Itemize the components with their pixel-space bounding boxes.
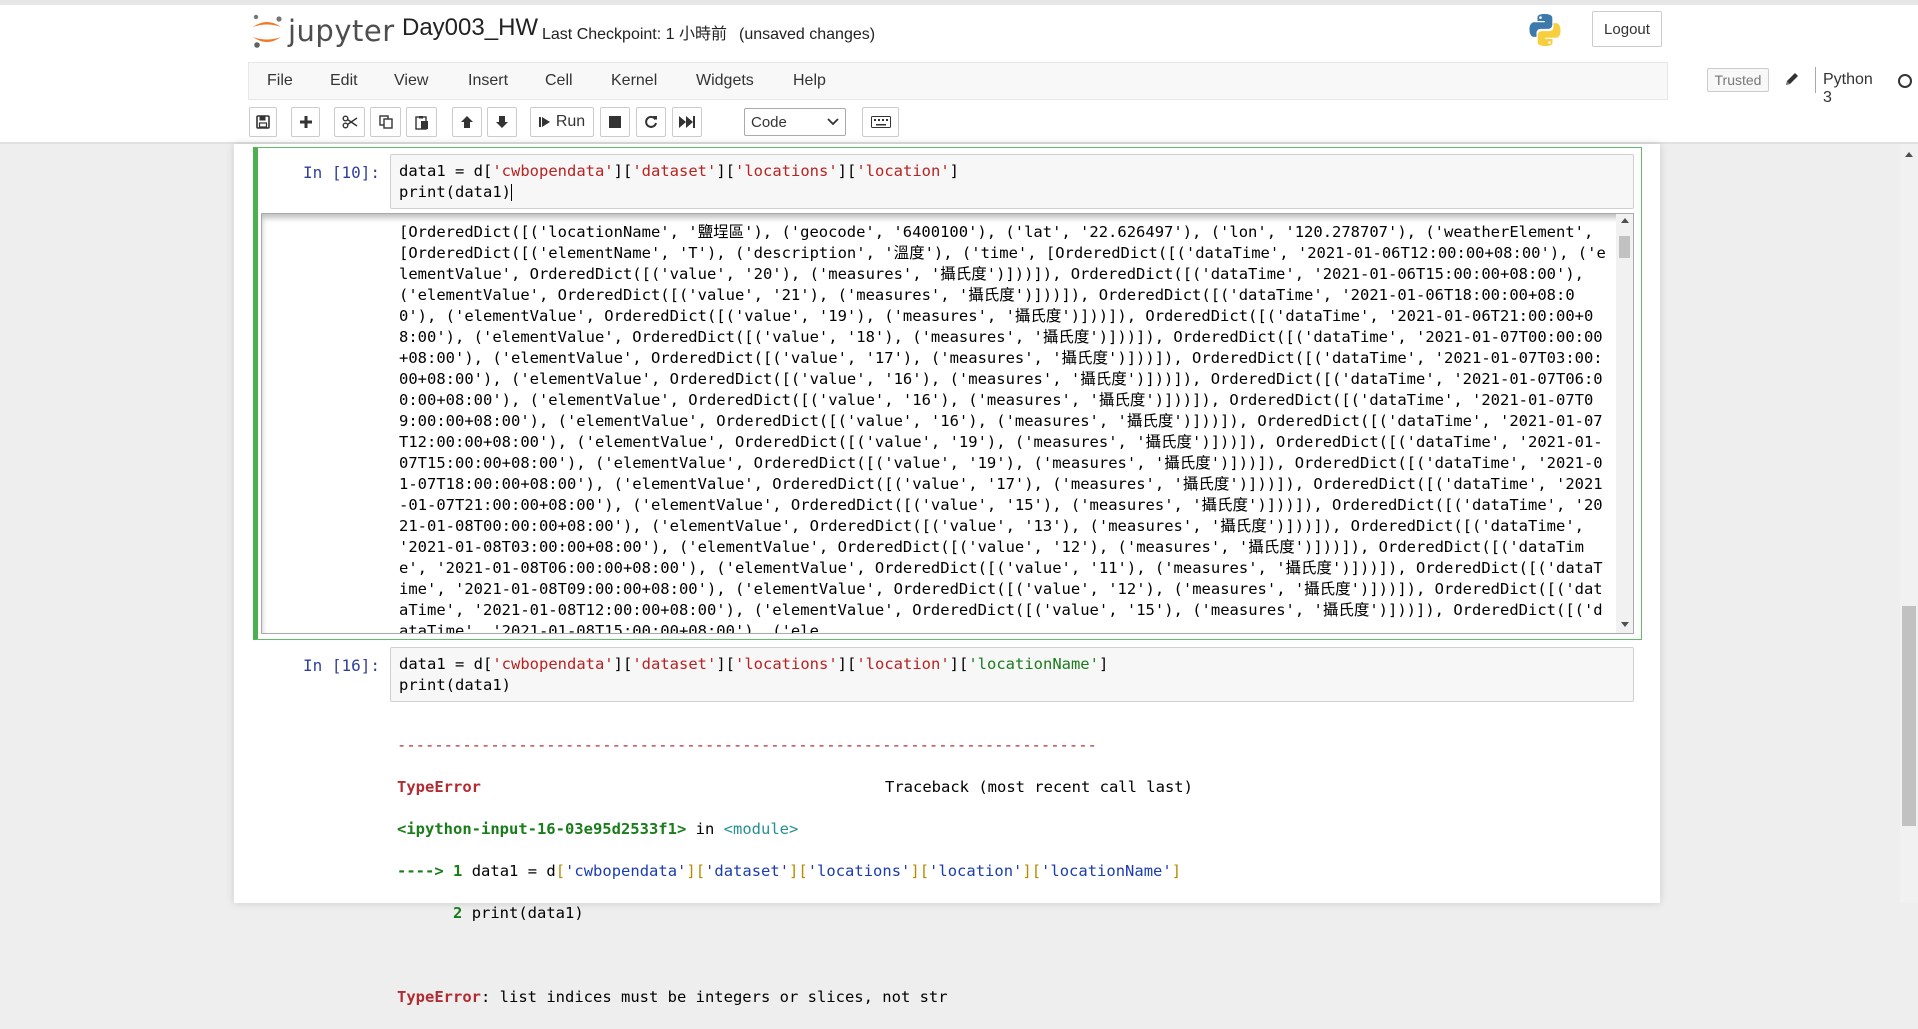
- code-key: 'dataset': [632, 162, 717, 180]
- code-key: 'location': [856, 162, 950, 180]
- fast-forward-icon: [679, 116, 695, 128]
- jupyter-logo[interactable]: jupyter: [250, 13, 395, 49]
- menu-help[interactable]: Help: [793, 72, 826, 90]
- code-text: print(data1): [399, 183, 511, 201]
- cell-type-select[interactable]: Code: [744, 108, 846, 136]
- pencil-icon[interactable]: [1784, 71, 1800, 92]
- run-label: Run: [555, 113, 586, 130]
- kernel-separator: [1815, 67, 1816, 93]
- menu-kernel[interactable]: Kernel: [611, 72, 657, 90]
- cell-type-value: Code: [751, 113, 787, 131]
- input-prompt: In [10]:: [303, 163, 381, 182]
- floppy-icon: [256, 115, 270, 129]
- input-prompt: In [16]:: [303, 656, 381, 675]
- jupyter-logo-icon: [253, 14, 282, 48]
- copy-icon: [378, 115, 393, 129]
- move-down-button[interactable]: [487, 107, 517, 137]
- paste-button[interactable]: [406, 107, 437, 137]
- kernel-idle-icon: [1898, 74, 1912, 88]
- error-message: TypeError: list indices must be integers…: [397, 988, 948, 1006]
- code-line-2: print(data1): [399, 182, 512, 203]
- stop-icon: [609, 116, 621, 128]
- traceback-location: <ipython-input-16-03e95d2533f1> in <modu…: [397, 820, 799, 838]
- chevron-down-icon: [827, 118, 839, 126]
- code-key: 'dataset': [632, 655, 717, 673]
- insert-cell-button[interactable]: [291, 107, 320, 137]
- traceback-divider: ----------------------------------------…: [397, 736, 1097, 754]
- output-scroll-thumb[interactable]: [1619, 236, 1630, 258]
- output-text: [OrderedDict([('locationName', '鹽埕區'), (…: [399, 223, 1606, 634]
- menu-view[interactable]: View: [394, 72, 428, 90]
- notebook-header: jupyter Day003_HW Last Checkpoint: 1 小時前…: [0, 0, 1918, 144]
- code-input[interactable]: data1 = d['cwbopendata']['dataset']['loc…: [390, 154, 1634, 209]
- copy-button[interactable]: [370, 107, 401, 137]
- interrupt-button[interactable]: [600, 107, 630, 137]
- menu-insert[interactable]: Insert: [468, 72, 508, 90]
- code-text: print(data1): [399, 676, 511, 694]
- menu-edit[interactable]: Edit: [330, 72, 358, 90]
- code-line-1: data1 = d['cwbopendata']['dataset']['loc…: [399, 162, 959, 180]
- menu-file[interactable]: File: [267, 72, 293, 90]
- page-scroll-thumb[interactable]: [1902, 606, 1916, 826]
- code-key: 'locations': [735, 655, 838, 673]
- code-text: data1 = d[: [399, 162, 493, 180]
- clipboard-icon: [414, 115, 428, 130]
- scissors-icon: [342, 115, 357, 129]
- code-key: 'locationName': [968, 655, 1099, 673]
- page-scroll-up-icon[interactable]: [1905, 152, 1913, 157]
- text-cursor: [510, 184, 512, 201]
- run-button[interactable]: Run: [530, 107, 594, 137]
- code-key: 'location': [856, 655, 950, 673]
- traceback-line-1: ----> 1 data1 = d['cwbopendata']['datase…: [397, 862, 1182, 880]
- code-line-1: data1 = d['cwbopendata']['dataset']['loc…: [399, 655, 1109, 673]
- save-button[interactable]: [249, 107, 277, 137]
- menu-cell[interactable]: Cell: [545, 72, 573, 90]
- code-key: 'locations': [735, 162, 838, 180]
- code-text: data1 = d[: [399, 655, 493, 673]
- scroll-up-arrow-icon[interactable]: [1621, 218, 1629, 223]
- restart-button[interactable]: [636, 107, 666, 137]
- kernel-name[interactable]: Python 3: [1823, 71, 1873, 107]
- trusted-indicator[interactable]: Trusted: [1707, 68, 1769, 92]
- restart-run-all-button[interactable]: [672, 107, 702, 137]
- scroll-down-arrow-icon[interactable]: [1621, 622, 1629, 627]
- output-scrollbar[interactable]: [1616, 214, 1633, 633]
- command-palette-button[interactable]: [862, 107, 899, 137]
- logo-text: jupyter: [288, 14, 395, 48]
- menubar: File Edit View Insert Cell Kernel Widget…: [248, 62, 1912, 106]
- restart-icon: [645, 115, 657, 128]
- output-area-scrolled[interactable]: [OrderedDict([('locationName', '鹽埕區'), (…: [261, 213, 1634, 634]
- notebook-name[interactable]: Day003_HW: [402, 14, 538, 42]
- traceback-header: TypeError Traceback (most recent call las…: [397, 778, 1193, 796]
- checkpoint-status: Last Checkpoint: 1 小時前 (unsaved changes): [542, 20, 875, 44]
- step-forward-icon: [538, 117, 550, 127]
- plus-icon: [299, 116, 312, 128]
- arrow-down-icon: [496, 116, 508, 128]
- code-key: 'cwbopendata': [492, 655, 614, 673]
- menu-widgets[interactable]: Widgets: [696, 72, 754, 90]
- unsaved-changes: (unsaved changes): [738, 26, 876, 43]
- code-key: 'cwbopendata': [492, 162, 614, 180]
- move-up-button[interactable]: [452, 107, 482, 137]
- top-border: [0, 0, 1918, 5]
- traceback-line-2: 2 print(data1): [453, 904, 584, 922]
- page-scrollbar[interactable]: [1900, 144, 1918, 903]
- error-traceback: ----------------------------------------…: [397, 714, 1193, 1029]
- code-line-2: print(data1): [399, 675, 511, 696]
- cut-button[interactable]: [334, 107, 365, 137]
- python-logo-icon: [1527, 12, 1563, 53]
- checkpoint-text: Last Checkpoint: 1 小時前: [542, 26, 727, 43]
- logout-button[interactable]: Logout: [1592, 11, 1662, 47]
- keyboard-icon: [870, 116, 891, 128]
- arrow-up-icon: [461, 116, 473, 128]
- code-input[interactable]: data1 = d['cwbopendata']['dataset']['loc…: [390, 647, 1634, 702]
